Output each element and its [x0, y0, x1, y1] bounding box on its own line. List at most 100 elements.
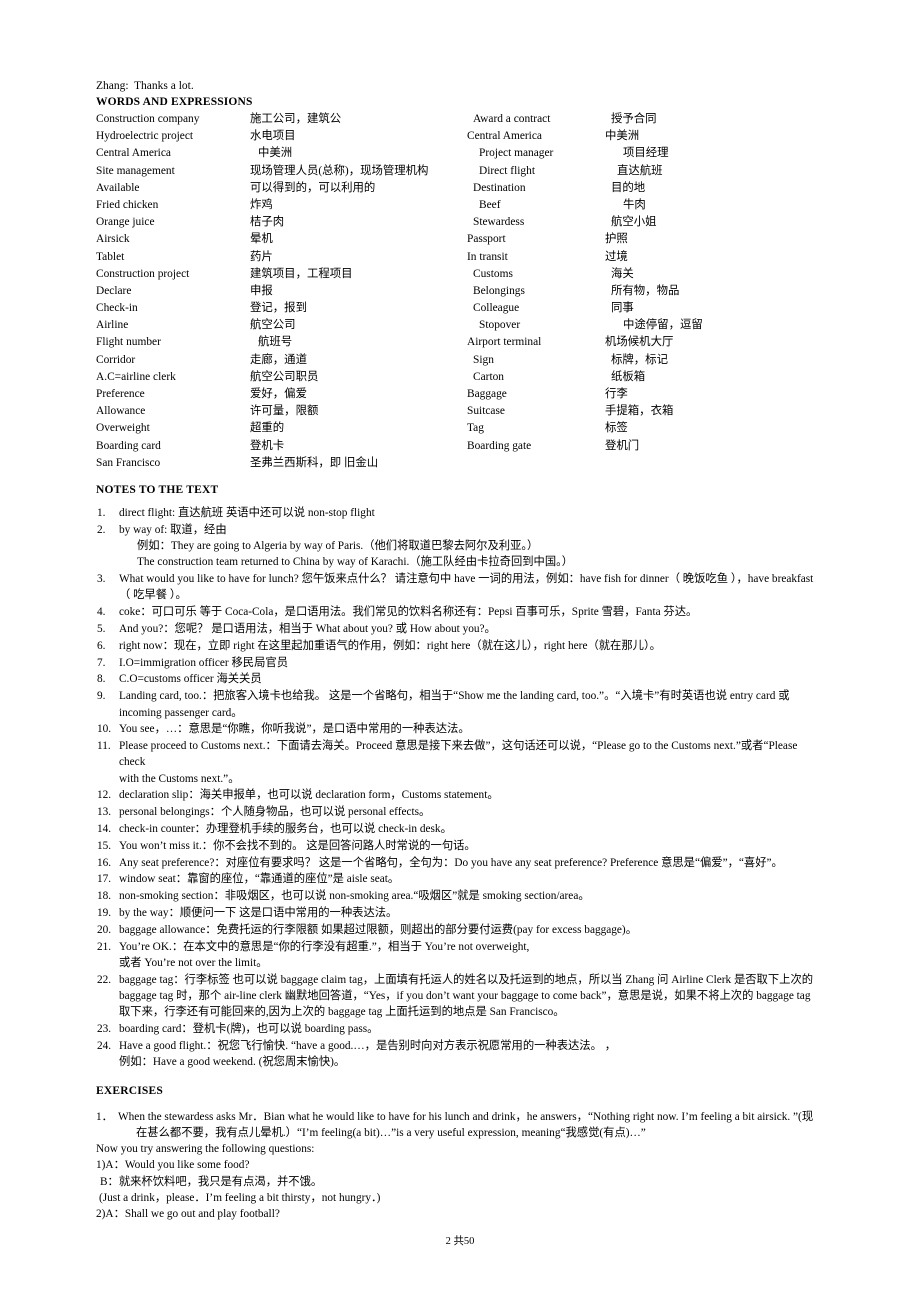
vocab-gloss: 药片: [250, 250, 273, 263]
vocab-gloss: 手提箱，衣箱: [605, 405, 674, 418]
note-number: 23.: [97, 1023, 112, 1036]
note-body: Any seat preference?：对座位有要求吗？ 这是一个省略句，全句…: [119, 856, 783, 869]
note-item: 23. boarding card：登机卡(牌)，也可以说 boarding p…: [96, 1021, 826, 1037]
dialogue-speaker: Zhang:: [96, 80, 129, 92]
vocab-gloss: 走廊，通道: [250, 353, 307, 366]
vocab-gloss: 圣弗兰西斯科，即 旧金山: [250, 456, 379, 469]
vocab-gloss: 纸板箱: [611, 370, 646, 383]
vocab-gloss: 登机卡: [250, 439, 285, 452]
vocab-term: Airline: [96, 319, 129, 332]
note-number: 6.: [97, 639, 106, 652]
note-continuation: 或者 You’re not over the limit。: [119, 956, 268, 969]
exercise-answer-1b: B：就来杯饮料吧，我只是有点渴，并不饿。: [100, 1175, 323, 1188]
note-number: 21.: [97, 940, 112, 953]
note-body: You see，…：意思是“你瞧，你听我说”，是口语中常用的一种表达法。: [119, 723, 470, 736]
vocab-row: Suitcase 手提箱，衣箱: [467, 403, 826, 420]
vocab-term: Airport terminal: [467, 336, 542, 349]
note-body: boarding card：登机卡(牌)，也可以说 boarding pass。: [119, 1023, 379, 1036]
vocab-gloss: 中美洲: [605, 130, 640, 143]
vocab-row: Site management 现场管理人员(总称)，现场管理机构: [96, 163, 461, 180]
vocab-row: Declare 申报: [96, 283, 461, 300]
note-item: 12. declaration slip：海关申报单，也可以说 declarat…: [96, 787, 826, 803]
vocab-gloss: 标牌，标记: [611, 353, 668, 366]
vocab-row: Direct flight 直达航班: [467, 163, 826, 180]
vocabulary-table: Construction company 施工公司，建筑公 Hydroelectr…: [96, 111, 826, 472]
vocab-row: Passport 护照: [467, 231, 826, 248]
note-number: 8.: [97, 673, 106, 686]
vocab-gloss: 超重的: [250, 422, 285, 435]
note-main: by way of: 取道，经由: [119, 523, 227, 536]
vocab-row: Award a contract 授予合同: [467, 111, 826, 128]
note-number: 19.: [97, 907, 112, 920]
note-item: 13. personal belongings：个人随身物品，也可以说 pers…: [96, 804, 826, 820]
note-body: I.O=immigration officer 移民局官员: [119, 656, 288, 669]
vocab-row: Airline 航空公司: [96, 317, 461, 334]
vocab-term: Project manager: [479, 147, 554, 160]
note-body: What would you like to have for lunch? 您…: [119, 571, 826, 604]
vocab-term: Available: [96, 181, 140, 194]
vocab-row: San Francisco 圣弗兰西斯科，即 旧金山: [96, 455, 461, 472]
vocab-row: Fried chicken 炸鸡: [96, 197, 461, 214]
note-item: 14. check-in counter：办理登机手续的服务台，也可以说 che…: [96, 821, 826, 837]
vocab-term: Check-in: [96, 302, 138, 315]
note-continuation: incoming passenger card。: [119, 706, 243, 719]
note-continuation-2: 取下来，行李还有可能回来的,因为上次的 baggage tag 上面托运到的地点…: [119, 1006, 565, 1019]
note-item: 1. direct flight: 直达航班 英语中还可以说 non-stop …: [96, 505, 826, 521]
note-body: C.O=customs officer 海关关员: [119, 673, 262, 686]
note-item: 5. And you?：您呢？ 是口语用法，相当于 What about you…: [96, 621, 826, 637]
vocab-row: Corridor 走廊，通道: [96, 352, 461, 369]
vocab-gloss: 炸鸡: [250, 198, 273, 211]
note-body: You won’t miss it.：你不会找不到的。 这是回答问路人时常说的一…: [119, 839, 476, 852]
vocab-term: Airsick: [96, 233, 130, 246]
vocab-row: Customs 海关: [467, 266, 826, 283]
vocab-row: Flight number 航班号: [96, 334, 461, 351]
note-number: 17.: [97, 873, 112, 886]
vocab-gloss: 机场候机大厅: [605, 336, 674, 349]
vocab-row: Central America 中美洲: [467, 128, 826, 145]
vocab-row: Boarding card 登机卡: [96, 438, 461, 455]
note-item: 18. non-smoking section：非吸烟区，也可以说 non-sm…: [96, 888, 826, 904]
note-body: window seat：靠窗的座位，“靠通道的座位”是 aisle seat。: [119, 873, 400, 886]
note-body: by way of: 取道，经由 例如：They are going to Al…: [119, 522, 826, 571]
vocab-term: Tablet: [96, 250, 125, 263]
vocab-gloss: 航空公司职员: [250, 370, 319, 383]
vocab-term: Preference: [96, 388, 145, 400]
note-body: Have a good flight.：祝您飞行愉快. “have a good…: [119, 1038, 826, 1071]
vocab-row: Boarding gate 登机门: [467, 438, 826, 455]
vocab-term: Hydroelectric project: [96, 130, 194, 143]
note-item: 8. C.O=customs officer 海关关员: [96, 671, 826, 687]
vocab-term: Allowance: [96, 405, 146, 418]
dialogue-text: Thanks a lot.: [134, 80, 194, 92]
note-item: 22. baggage tag：行李标签 也可以说 baggage claim …: [96, 972, 826, 1021]
vocab-gloss: 中途停留，逗留: [623, 319, 703, 332]
vocab-gloss: 建筑项目，工程项目: [250, 267, 353, 280]
note-item: 21. You’re OK.：在本文中的意思是“你的行李没有超重.”，相当于 Y…: [96, 939, 826, 972]
note-item: 19. by the way：顺便问一下 这是口语中常用的一种表达法。: [96, 905, 826, 921]
vocab-term: Award a contract: [473, 113, 551, 125]
vocab-term: Overweight: [96, 422, 150, 435]
vocab-gloss: 申报: [250, 284, 273, 297]
note-body: non-smoking section：非吸烟区，也可以说 non-smokin…: [119, 890, 590, 903]
note-number: 20.: [97, 923, 112, 936]
notes-to-the-text-heading: NOTES TO THE TEXT: [96, 483, 219, 496]
note-number: 9.: [97, 690, 106, 703]
note-item: 6. right now：现在，立即 right 在这里起加重语气的作用，例如：…: [96, 638, 826, 654]
note-body: baggage tag：行李标签 也可以说 baggage claim tag，…: [119, 972, 826, 1021]
exercise-prompt: Now you try answering the following ques…: [96, 1143, 315, 1156]
exercise-continuation: 在甚么都不要，我有点儿晕机.）“I’m feeling(a bit)…”is a…: [136, 1126, 646, 1139]
vocab-gloss: 海关: [611, 267, 634, 280]
vocab-gloss: 项目经理: [623, 147, 669, 160]
vocab-term: Carton: [473, 370, 505, 383]
vocab-gloss: 过境: [605, 250, 628, 263]
dialogue-line: Zhang: Thanks a lot.: [96, 78, 826, 94]
note-item: 2. by way of: 取道，经由 例如：They are going to…: [96, 522, 826, 571]
note-number: 1.: [97, 506, 106, 519]
vocab-row: Preference 爱好，偏爱: [96, 386, 461, 403]
vocab-term: Central America: [467, 130, 542, 143]
vocab-term: Boarding card: [96, 439, 161, 452]
note-number: 22.: [97, 973, 112, 986]
vocab-gloss: 授予合同: [611, 113, 657, 125]
page-footer: 2 共50: [445, 1236, 475, 1247]
vocab-gloss: 直达航班: [617, 164, 663, 177]
note-number: 13.: [97, 806, 112, 819]
